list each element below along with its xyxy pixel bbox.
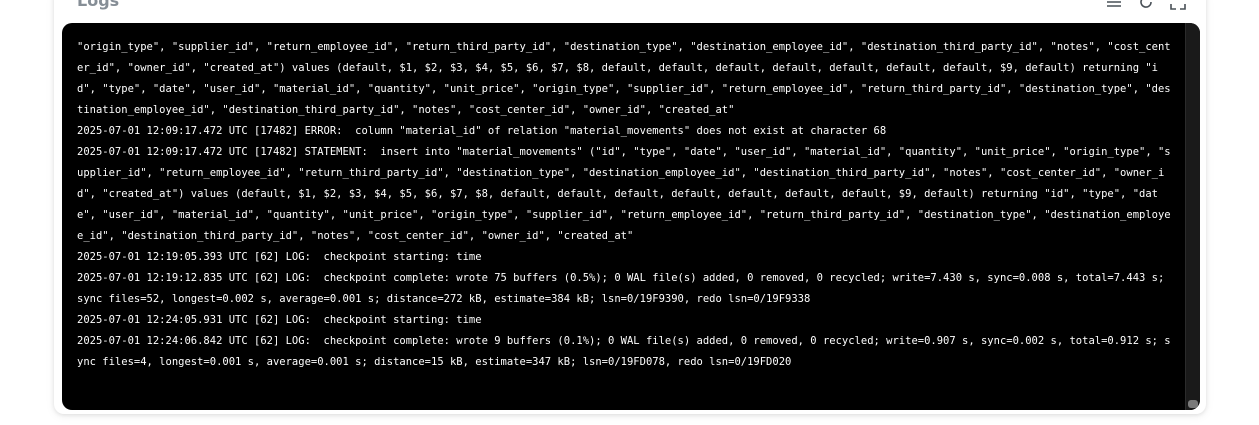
log-line: 2025-07-01 12:09:17.472 UTC [17482] ERRO… <box>77 125 887 137</box>
log-line: 2025-07-01 12:24:06.842 UTC [62] LOG: ch… <box>77 335 1171 368</box>
vertical-scrollbar[interactable] <box>1185 23 1200 410</box>
log-output: "origin_type", "supplier_id", "return_em… <box>77 37 1172 402</box>
refresh-icon[interactable] <box>1135 0 1157 10</box>
log-line: "origin_type", "supplier_id", "return_em… <box>77 41 1171 116</box>
panel-title: Logs <box>77 0 120 10</box>
expand-icon[interactable] <box>1167 0 1189 10</box>
list-icon[interactable] <box>1103 0 1125 10</box>
log-line: 2025-07-01 12:19:12.835 UTC [62] LOG: ch… <box>77 272 1171 305</box>
log-line: 2025-07-01 12:19:05.393 UTC [62] LOG: ch… <box>77 251 482 263</box>
scrollbar-thumb[interactable] <box>1188 400 1198 408</box>
log-line: 2025-07-01 12:24:05.931 UTC [62] LOG: ch… <box>77 314 482 326</box>
log-line: 2025-07-01 12:09:17.472 UTC [17482] STAT… <box>77 146 1171 242</box>
log-terminal[interactable]: "origin_type", "supplier_id", "return_em… <box>62 23 1200 410</box>
logs-toolbar <box>1103 0 1189 10</box>
